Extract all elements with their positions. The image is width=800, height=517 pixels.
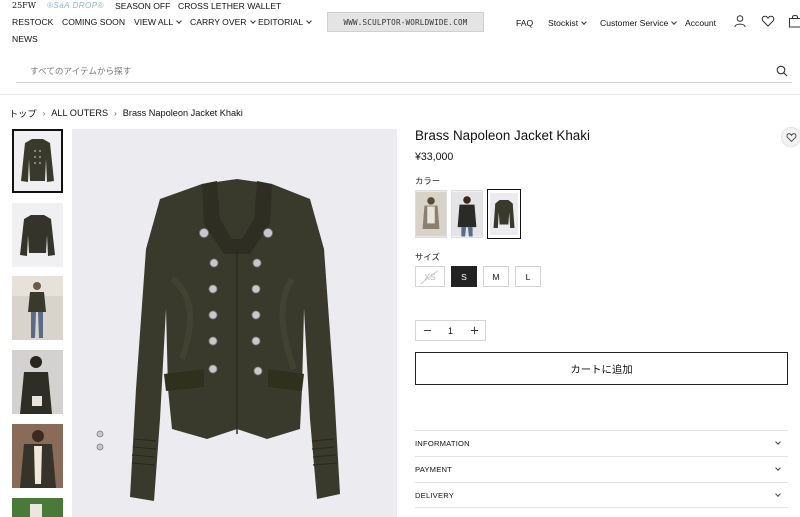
nav-carry-over[interactable]: CARRY OVER [190, 17, 256, 27]
site-logo[interactable]: WWW.SCULPTOR-WORLDWIDE.COM [327, 12, 484, 32]
color-label: カラー [415, 176, 441, 186]
accordion-payment[interactable]: PAYMENT [415, 456, 788, 482]
chevron-down-icon [775, 465, 781, 471]
chevron-down-icon [775, 439, 781, 445]
chevron-down-icon [249, 17, 256, 24]
quantity-decrease-button[interactable] [416, 321, 438, 340]
product-price: ¥33,000 [415, 151, 454, 163]
breadcrumb-separator: › [114, 108, 117, 118]
main-product-image[interactable] [72, 129, 397, 517]
product-title: Brass Napoleon Jacket Khaki [415, 128, 590, 143]
nav-customer-service[interactable]: Customer Service [600, 18, 678, 28]
size-l-button[interactable]: L [515, 266, 541, 287]
size-s-button[interactable]: S [451, 266, 477, 287]
chevron-down-icon [581, 18, 587, 25]
chevron-down-icon [775, 490, 781, 497]
nav-account[interactable]: Account [685, 18, 716, 28]
accordion-payment-label: PAYMENT [415, 465, 452, 474]
heart-icon [786, 132, 796, 142]
nav-saa-drop[interactable]: ®SaA DROP® [47, 1, 104, 10]
accordion-information-label: INFORMATION [415, 439, 470, 448]
size-label: サイズ [415, 252, 440, 262]
nav-news[interactable]: NEWS [12, 34, 38, 44]
header-divider [0, 94, 800, 95]
nav-faq[interactable]: FAQ [516, 18, 533, 28]
size-xs-button[interactable]: XS [415, 266, 445, 287]
nav-editorial[interactable]: EDITORIAL [258, 17, 313, 27]
breadcrumb-separator: › [42, 108, 46, 118]
nav-customer-service-label: Customer Service [600, 18, 669, 28]
quantity-stepper: 1 [415, 320, 486, 341]
color-swatch-3[interactable] [487, 189, 521, 239]
accordion-information[interactable]: INFORMATION [415, 430, 788, 456]
quantity-increase-button[interactable] [463, 321, 485, 340]
user-icon[interactable] [733, 14, 747, 28]
nav-editorial-label: EDITORIAL [258, 17, 304, 27]
chevron-down-icon [176, 17, 183, 24]
breadcrumb-home[interactable]: トップ [9, 106, 37, 120]
thumbnail-1[interactable] [12, 129, 63, 193]
chevron-down-icon [671, 18, 678, 25]
minus-icon [423, 330, 431, 331]
nav-stockist-label: Stockist [548, 18, 579, 28]
nav-season-off[interactable]: SEASON OFF [115, 1, 170, 11]
nav-view-all[interactable]: VIEW ALL [134, 17, 183, 27]
search-bar [16, 59, 792, 83]
thumbnail-6[interactable] [12, 498, 63, 517]
breadcrumb-current: Brass Napoleon Jacket Khaki [122, 108, 243, 118]
breadcrumb-all-outers[interactable]: ALL OUTERS [51, 108, 108, 118]
bag-icon[interactable] [788, 14, 800, 28]
nav-stockist[interactable]: Stockist [548, 18, 587, 28]
thumbnail-2[interactable] [12, 203, 63, 267]
size-m-button[interactable]: M [483, 266, 509, 287]
nav-cross-lether-wallet[interactable]: CROSS LETHER WALLET [178, 1, 281, 11]
thumbnail-3[interactable] [12, 276, 63, 340]
chevron-down-icon [306, 17, 313, 24]
add-to-cart-button[interactable]: カートに追加 [415, 352, 788, 385]
plus-icon [470, 326, 478, 335]
accordion-delivery-label: DELIVERY [415, 490, 455, 500]
heart-icon[interactable] [761, 14, 775, 28]
accordion-delivery[interactable]: DELIVERY [415, 482, 788, 508]
thumbnail-5[interactable] [12, 424, 63, 488]
search-input[interactable] [30, 64, 730, 78]
search-icon[interactable] [776, 65, 788, 77]
color-swatch-2[interactable] [451, 190, 483, 238]
breadcrumb: トップ › ALL OUTERS › Brass Napoleon Jacket… [9, 106, 243, 120]
nav-coming-soon[interactable]: COMING SOON [62, 17, 125, 27]
thumbnail-4[interactable] [12, 350, 63, 414]
wishlist-button[interactable] [781, 127, 800, 147]
nav-view-all-label: VIEW ALL [134, 17, 174, 27]
color-swatch-1[interactable] [415, 190, 447, 238]
nav-25fw[interactable]: 25FW [12, 1, 36, 10]
nav-restock[interactable]: RESTOCK [12, 17, 53, 27]
nav-carry-over-label: CARRY OVER [190, 17, 247, 27]
quantity-value[interactable]: 1 [438, 326, 463, 336]
